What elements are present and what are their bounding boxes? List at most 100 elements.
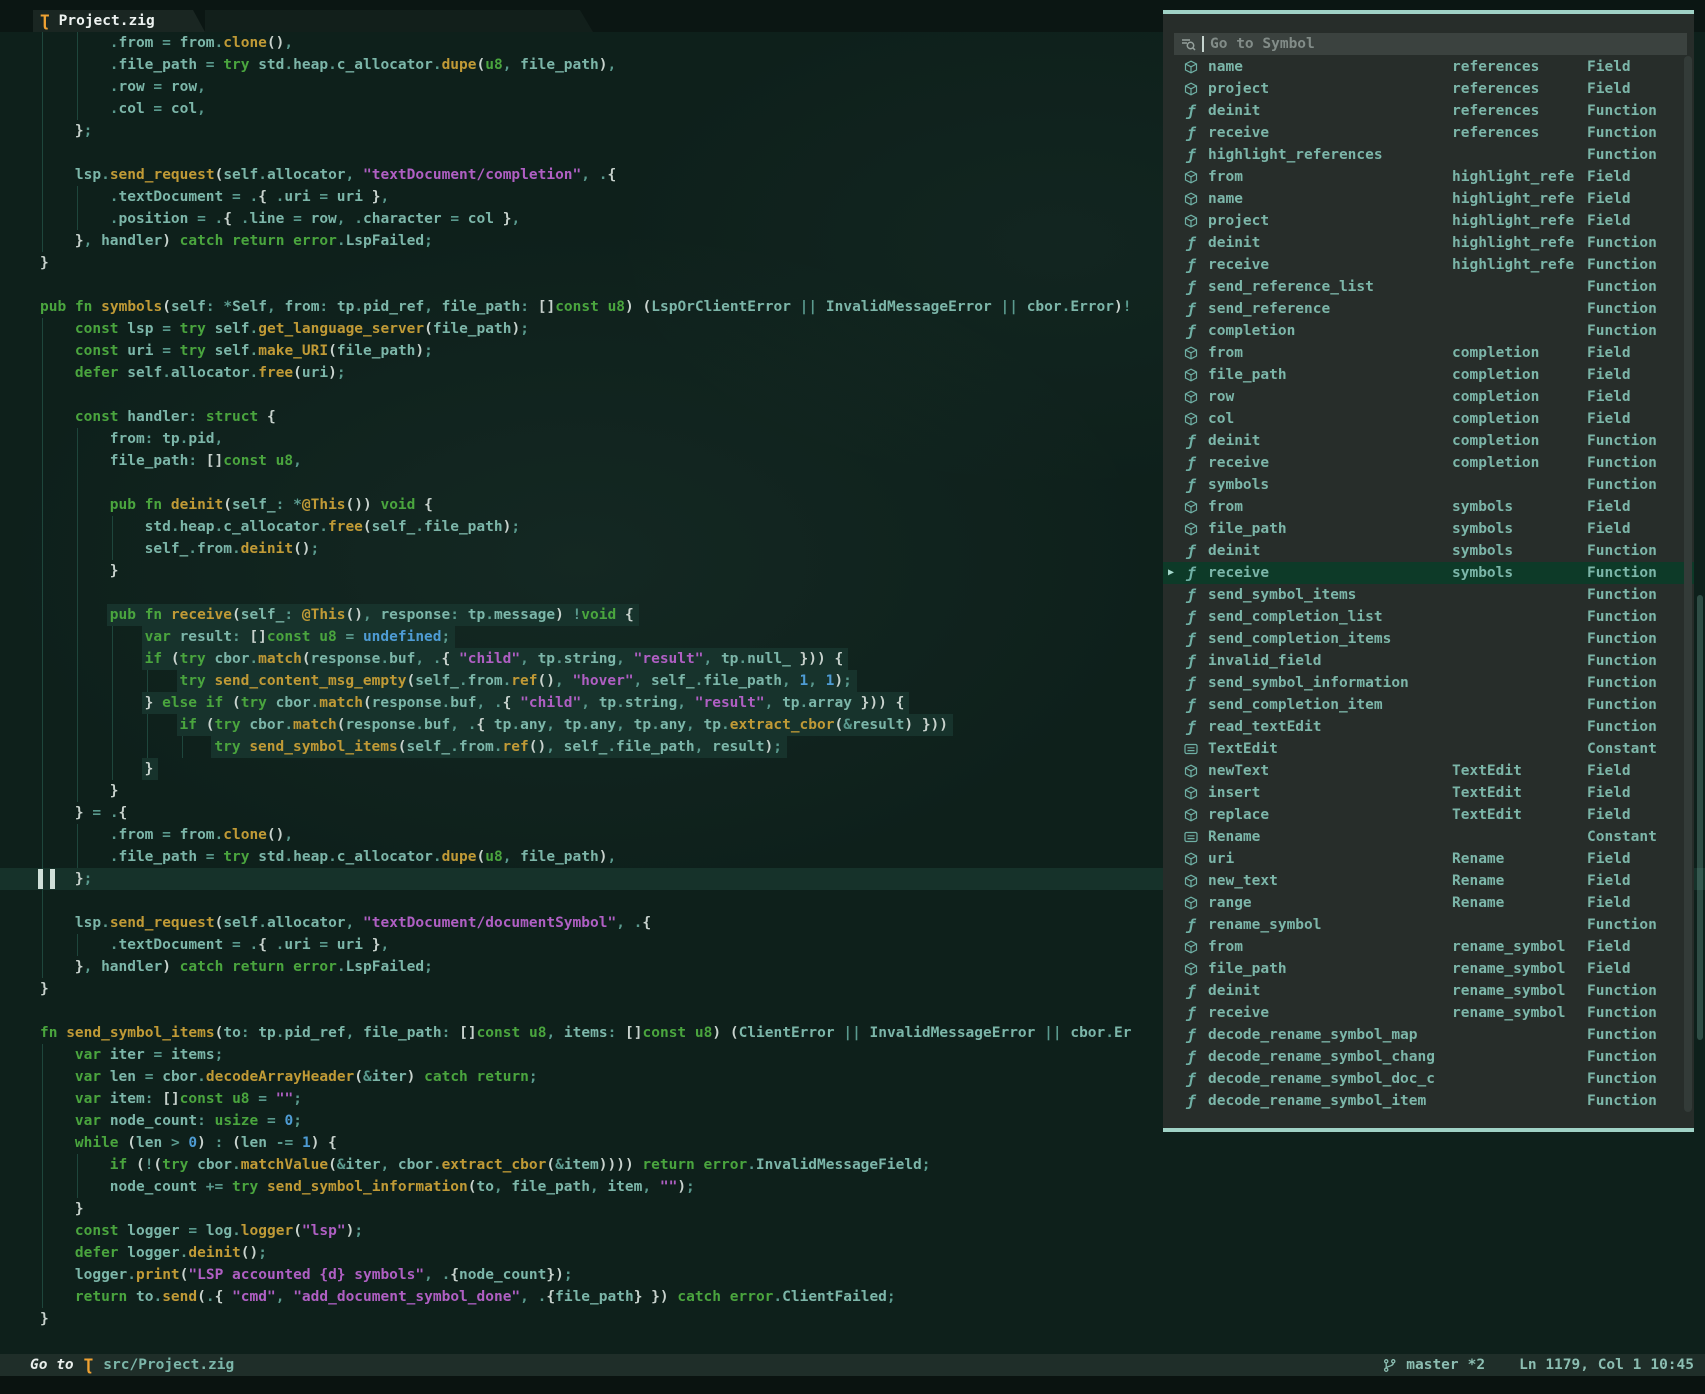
- symbol-row[interactable]: file_pathsymbolsField: [1163, 518, 1694, 540]
- field-icon: [1183, 521, 1199, 537]
- code-line[interactable]: }: [0, 1198, 1705, 1220]
- code-line[interactable]: defer logger.deinit();: [0, 1242, 1705, 1264]
- symbol-name: uri: [1208, 848, 1234, 870]
- symbol-row[interactable]: namehighlight_refeField: [1163, 188, 1694, 210]
- tab-project-zig[interactable]: Ʈ Project.zig: [33, 10, 205, 32]
- symbol-kind: Function: [1587, 452, 1657, 474]
- symbol-row[interactable]: ƒsend_completion_itemFunction: [1163, 694, 1694, 716]
- function-icon: ƒ: [1183, 983, 1199, 999]
- symbol-row[interactable]: ƒdecode_rename_symbol_mapFunction: [1163, 1024, 1694, 1046]
- code-line[interactable]: }: [0, 1308, 1705, 1330]
- symbol-row[interactable]: ƒreceivereferencesFunction: [1163, 122, 1694, 144]
- indent-guide: [42, 186, 43, 208]
- symbol-kind: Field: [1587, 78, 1631, 100]
- symbol-row[interactable]: RenameConstant: [1163, 826, 1694, 848]
- symbol-row[interactable]: ƒsend_completion_listFunction: [1163, 606, 1694, 628]
- function-icon: ƒ: [1183, 675, 1199, 691]
- symbol-row[interactable]: projectreferencesField: [1163, 78, 1694, 100]
- symbol-row[interactable]: ƒhighlight_referencesFunction: [1163, 144, 1694, 166]
- symbol-row[interactable]: ▶ƒreceivesymbolsFunction: [1163, 562, 1694, 584]
- symbol-row[interactable]: ƒdecode_rename_symbol_changFunction: [1163, 1046, 1694, 1068]
- symbol-row[interactable]: ƒdecode_rename_symbol_itemFunction: [1163, 1090, 1694, 1112]
- function-icon: ƒ: [1183, 587, 1199, 603]
- symbol-row[interactable]: ƒdeinithighlight_refeFunction: [1163, 232, 1694, 254]
- symbol-kind: Function: [1587, 606, 1657, 628]
- symbol-row[interactable]: ƒdeinitrename_symbolFunction: [1163, 980, 1694, 1002]
- field-icon: [1183, 191, 1199, 207]
- symbol-row[interactable]: file_pathrename_symbolField: [1163, 958, 1694, 980]
- indent-guide: [42, 1110, 43, 1132]
- symbol-row[interactable]: colcompletionField: [1163, 408, 1694, 430]
- symbol-container: highlight_refe: [1452, 166, 1574, 188]
- symbol-row[interactable]: fromrename_symbolField: [1163, 936, 1694, 958]
- symbol-row[interactable]: insertTextEditField: [1163, 782, 1694, 804]
- symbol-container: highlight_refe: [1452, 188, 1574, 210]
- symbol-row[interactable]: projecthighlight_refeField: [1163, 210, 1694, 232]
- symbol-name: decode_rename_symbol_item: [1208, 1090, 1426, 1112]
- symbol-row[interactable]: uriRenameField: [1163, 848, 1694, 870]
- code-line[interactable]: while (len > 0) : (len -= 1) {: [0, 1132, 1705, 1154]
- symbol-kind: Function: [1587, 320, 1657, 342]
- symbol-row[interactable]: fromsymbolsField: [1163, 496, 1694, 518]
- symbol-kind: Field: [1587, 892, 1631, 914]
- symbol-row[interactable]: ƒsend_completion_itemsFunction: [1163, 628, 1694, 650]
- code-line[interactable]: const logger = log.logger("lsp");: [0, 1220, 1705, 1242]
- symbol-row[interactable]: ƒdeinitreferencesFunction: [1163, 100, 1694, 122]
- indent-guide: [42, 1198, 43, 1220]
- symbol-row[interactable]: ƒreceivehighlight_refeFunction: [1163, 254, 1694, 276]
- zig-icon: Ʈ: [84, 1357, 94, 1373]
- symbol-row[interactable]: ƒsymbolsFunction: [1163, 474, 1694, 496]
- symbol-kind: Function: [1587, 298, 1657, 320]
- symbol-row[interactable]: ƒsend_referenceFunction: [1163, 298, 1694, 320]
- symbol-kind: Field: [1587, 496, 1631, 518]
- indent-guide: [77, 428, 78, 450]
- symbol-kind: Function: [1587, 584, 1657, 606]
- symbol-row[interactable]: newTextTextEditField: [1163, 760, 1694, 782]
- symbol-container: highlight_refe: [1452, 254, 1574, 276]
- symbol-row[interactable]: ƒdecode_rename_symbol_doc_cFunction: [1163, 1068, 1694, 1090]
- indent-guide: [42, 890, 43, 912]
- symbol-name: decode_rename_symbol_chang: [1208, 1046, 1435, 1068]
- symbol-row[interactable]: fromcompletionField: [1163, 342, 1694, 364]
- indent-guide: [77, 76, 78, 98]
- symbol-row[interactable]: ƒcompletionFunction: [1163, 320, 1694, 342]
- editor-scrollbar-thumb[interactable]: [1697, 595, 1703, 1040]
- code-line[interactable]: return to.send(.{ "cmd", "add_document_s…: [0, 1286, 1705, 1308]
- symbol-search-input[interactable]: Go to Symbol: [1174, 33, 1687, 55]
- symbol-row[interactable]: fromhighlight_refeField: [1163, 166, 1694, 188]
- symbol-container: completion: [1452, 386, 1539, 408]
- symbol-row[interactable]: ƒsend_symbol_informationFunction: [1163, 672, 1694, 694]
- indent-guide: [42, 560, 43, 582]
- symbol-row[interactable]: ƒsend_reference_listFunction: [1163, 276, 1694, 298]
- symbol-row[interactable]: file_pathcompletionField: [1163, 364, 1694, 386]
- symbol-row[interactable]: namereferencesField: [1163, 56, 1694, 78]
- symbol-row[interactable]: ƒinvalid_fieldFunction: [1163, 650, 1694, 672]
- code-line[interactable]: logger.print("LSP accounted {d} symbols"…: [0, 1264, 1705, 1286]
- symbol-kind: Field: [1587, 188, 1631, 210]
- symbol-kind: Function: [1587, 144, 1657, 166]
- symbol-row[interactable]: ƒread_textEditFunction: [1163, 716, 1694, 738]
- indent-guide: [77, 736, 78, 758]
- symbol-row[interactable]: rangeRenameField: [1163, 892, 1694, 914]
- symbol-container: symbols: [1452, 562, 1513, 584]
- symbol-row[interactable]: rowcompletionField: [1163, 386, 1694, 408]
- panel-scrollbar[interactable]: [1684, 56, 1692, 1112]
- symbol-name: row: [1208, 386, 1234, 408]
- symbol-row[interactable]: ƒreceivecompletionFunction: [1163, 452, 1694, 474]
- code-line[interactable]: if (!(try cbor.matchValue(&iter, cbor.ex…: [0, 1154, 1705, 1176]
- symbol-name: range: [1208, 892, 1252, 914]
- git-branch-icon: [1382, 1358, 1397, 1373]
- symbol-kind: Function: [1587, 430, 1657, 452]
- symbol-row[interactable]: ƒdeinitcompletionFunction: [1163, 430, 1694, 452]
- search-placeholder: Go to Symbol: [1210, 36, 1315, 52]
- symbol-row[interactable]: TextEditConstant: [1163, 738, 1694, 760]
- symbol-row[interactable]: new_textRenameField: [1163, 870, 1694, 892]
- symbol-row[interactable]: replaceTextEditField: [1163, 804, 1694, 826]
- indent-guide: [182, 736, 183, 758]
- symbol-row[interactable]: ƒdeinitsymbolsFunction: [1163, 540, 1694, 562]
- symbol-row[interactable]: ƒreceiverename_symbolFunction: [1163, 1002, 1694, 1024]
- code-line[interactable]: node_count += try send_symbol_informatio…: [0, 1176, 1705, 1198]
- symbol-name: file_path: [1208, 518, 1287, 540]
- symbol-row[interactable]: ƒsend_symbol_itemsFunction: [1163, 584, 1694, 606]
- symbol-row[interactable]: ƒrename_symbolFunction: [1163, 914, 1694, 936]
